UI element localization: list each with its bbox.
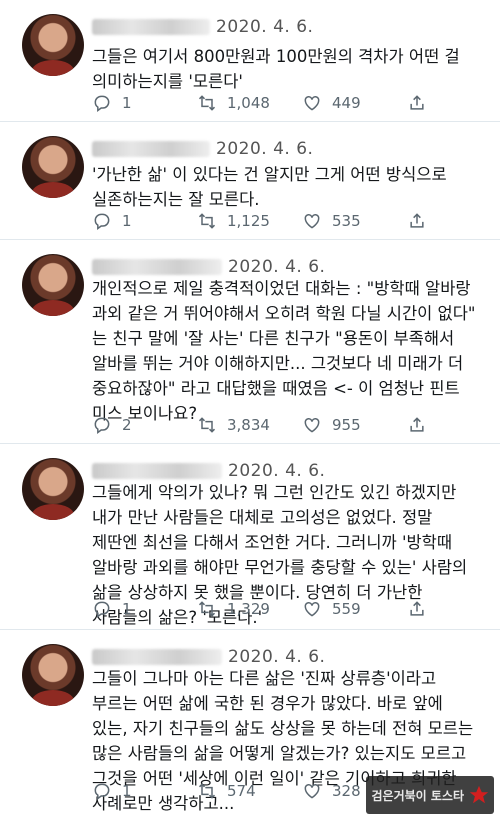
- like-count: 955: [332, 416, 361, 434]
- retweet-count: 574: [227, 782, 256, 800]
- tweet-date: 2020. 4. 6.: [216, 17, 314, 37]
- heart-icon: [304, 783, 320, 799]
- blurred-username: [92, 19, 210, 35]
- tweet-actions: 2 3,834 955: [92, 414, 480, 436]
- avatar[interactable]: [22, 458, 84, 520]
- reply-icon: [94, 601, 110, 618]
- blurred-username: [92, 649, 222, 665]
- reply-count: 2: [122, 416, 132, 434]
- tweet-text: 그들은 여기서 800만원과 100만원의 격차가 어떤 걸 의미하는지를 '모…: [92, 47, 460, 91]
- tweet-2[interactable]: 2020. 4. 6. '가난한 삶' 이 있다는 건 알지만 그게 어떤 방식…: [0, 122, 500, 240]
- blurred-username: [92, 259, 222, 275]
- retweet-button[interactable]: 3,834: [197, 415, 302, 435]
- like-count: 449: [332, 94, 361, 112]
- tweet-date: 2020. 4. 6.: [216, 139, 314, 159]
- star-icon: [469, 785, 489, 804]
- retweet-count: 1,048: [227, 94, 270, 112]
- watermark-logo: 검은거북이 토스타: [366, 776, 494, 814]
- heart-icon: [304, 95, 320, 111]
- reply-icon: [94, 213, 110, 230]
- like-button[interactable]: 449: [302, 93, 407, 113]
- share-icon: [410, 95, 424, 110]
- blurred-username: [92, 463, 222, 479]
- retweet-count: 1,125: [227, 212, 270, 230]
- retweet-count: 3,834: [227, 416, 270, 434]
- tweet-1[interactable]: 2020. 4. 6. 그들은 여기서 800만원과 100만원의 격차가 어떤…: [0, 0, 500, 122]
- tweet-3[interactable]: 2020. 4. 6. 개인적으로 제일 충격적이었던 대화는 : "방학때 알…: [0, 240, 500, 444]
- like-count: 328: [332, 782, 361, 800]
- retweet-button[interactable]: 1,329: [197, 599, 302, 619]
- retweet-icon: [198, 601, 216, 617]
- share-icon: [410, 601, 424, 616]
- reply-icon: [94, 783, 110, 800]
- tweet-text: 개인적으로 제일 충격적이었던 대화는 : "방학때 알바랑 과외 같은 거 뛰…: [92, 279, 476, 423]
- tweet-header: 2020. 4. 6.: [92, 138, 313, 160]
- share-button[interactable]: [407, 211, 437, 231]
- like-button[interactable]: 955: [302, 415, 407, 435]
- tweet-actions: 1 1,048 449: [92, 92, 480, 114]
- tweet-header: 2020. 4. 6.: [92, 646, 325, 668]
- retweet-icon: [198, 417, 216, 433]
- like-count: 559: [332, 600, 361, 618]
- reply-button[interactable]: 1: [92, 211, 197, 231]
- share-button[interactable]: [407, 93, 437, 113]
- tweet-date: 2020. 4. 6.: [228, 461, 326, 481]
- retweet-icon: [198, 95, 216, 111]
- reply-icon: [94, 417, 110, 434]
- share-icon: [410, 417, 424, 432]
- heart-icon: [304, 417, 320, 433]
- retweet-button[interactable]: 574: [197, 781, 302, 801]
- tweet-date: 2020. 4. 6.: [228, 257, 326, 277]
- reply-button[interactable]: 1: [92, 781, 197, 801]
- avatar[interactable]: [22, 254, 84, 316]
- reply-count: 1: [122, 600, 132, 618]
- tweet-text: '가난한 삶' 이 있다는 건 알지만 그게 어떤 방식으로 실존하는지는 잘 …: [92, 165, 447, 209]
- retweet-icon: [198, 783, 216, 799]
- heart-icon: [304, 213, 320, 229]
- retweet-icon: [198, 213, 216, 229]
- reply-count: 1: [122, 782, 132, 800]
- retweet-count: 1,329: [227, 600, 270, 618]
- like-count: 535: [332, 212, 361, 230]
- reply-button[interactable]: 1: [92, 599, 197, 619]
- reply-count: 1: [122, 212, 132, 230]
- tweet-4[interactable]: 2020. 4. 6. 그들에게 악의가 있나? 뭐 그런 인간도 있긴 하겠지…: [0, 444, 500, 630]
- retweet-button[interactable]: 1,125: [197, 211, 302, 231]
- tweet-date: 2020. 4. 6.: [228, 647, 326, 667]
- tweet-actions: 1 1,125 535: [92, 210, 480, 232]
- like-button[interactable]: 559: [302, 599, 407, 619]
- like-button[interactable]: 535: [302, 211, 407, 231]
- avatar[interactable]: [22, 136, 84, 198]
- watermark-text: 검은거북이 토스타: [371, 788, 465, 803]
- reply-button[interactable]: 1: [92, 93, 197, 113]
- tweet-header: 2020. 4. 6.: [92, 460, 325, 482]
- tweet-header: 2020. 4. 6.: [92, 256, 325, 278]
- share-button[interactable]: [407, 415, 437, 435]
- reply-icon: [94, 95, 110, 112]
- share-button[interactable]: [407, 599, 437, 619]
- heart-icon: [304, 601, 320, 617]
- share-icon: [410, 213, 424, 228]
- avatar[interactable]: [22, 644, 84, 706]
- reply-button[interactable]: 2: [92, 415, 197, 435]
- tweet-header: 2020. 4. 6.: [92, 16, 313, 38]
- blurred-username: [92, 141, 210, 157]
- retweet-button[interactable]: 1,048: [197, 93, 302, 113]
- tweet-actions: 1 1,329 559: [92, 598, 480, 620]
- reply-count: 1: [122, 94, 132, 112]
- avatar[interactable]: [22, 14, 84, 76]
